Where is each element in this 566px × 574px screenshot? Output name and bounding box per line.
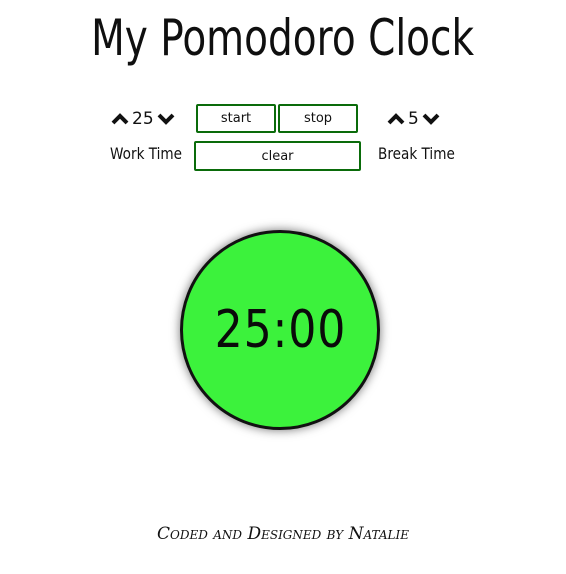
chevron-down-icon <box>422 113 440 125</box>
break-decrease-button[interactable] <box>421 107 441 131</box>
work-time-value: 25 <box>132 109 154 129</box>
break-increase-button[interactable] <box>386 107 406 131</box>
page-title: My Pomodoro Clock <box>91 9 475 67</box>
start-button[interactable]: start <box>196 104 276 133</box>
timer-clock[interactable]: 25:00 <box>180 230 380 430</box>
footer-credit: Coded and Designed by Natalie <box>157 524 409 544</box>
chevron-up-icon <box>387 113 405 125</box>
work-time-control: 25 <box>110 107 176 131</box>
work-decrease-button[interactable] <box>156 107 176 131</box>
chevron-up-icon <box>111 113 129 125</box>
work-increase-button[interactable] <box>110 107 130 131</box>
break-time-value: 5 <box>408 109 419 129</box>
break-time-label: Break Time <box>378 144 455 163</box>
timer-display: 25:00 <box>214 300 346 360</box>
break-time-control: 5 <box>386 107 441 131</box>
work-time-label: Work Time <box>110 144 183 163</box>
clear-button[interactable]: clear <box>194 141 361 171</box>
chevron-down-icon <box>157 113 175 125</box>
stop-button[interactable]: stop <box>278 104 358 133</box>
